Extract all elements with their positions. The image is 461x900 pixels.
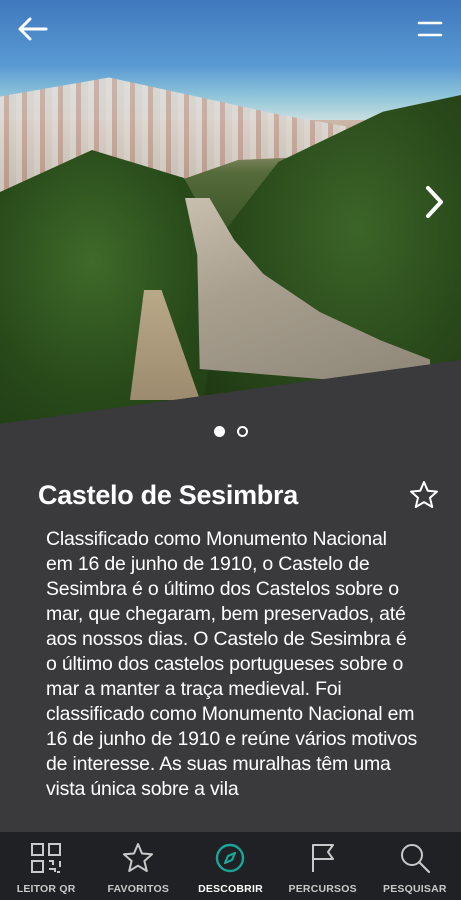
tab-label: FAVORITOS	[107, 883, 170, 895]
tab-percursos[interactable]: PERCURSOS	[277, 832, 369, 895]
description-scroll[interactable]: Classificado como Monumento Nacional em …	[0, 527, 461, 832]
favorite-button[interactable]	[408, 479, 440, 511]
compass-icon	[216, 843, 245, 873]
tab-pesquisar[interactable]: PESQUISAR	[369, 832, 461, 895]
star-outline-icon	[410, 481, 438, 508]
tab-descobrir[interactable]: DESCOBRIR	[184, 832, 276, 895]
tab-label: DESCOBRIR	[198, 883, 263, 895]
qr-icon	[31, 843, 62, 873]
place-title: Castelo de Sesimbra	[38, 480, 298, 510]
tab-label: PESQUISAR	[383, 883, 447, 895]
back-button[interactable]	[16, 14, 50, 44]
gallery-pagination	[0, 426, 461, 442]
tab-label: LEITOR QR	[16, 883, 76, 895]
flag-icon	[311, 844, 334, 872]
star-icon	[123, 843, 154, 872]
bottom-tab-bar: LEITOR QR FAVORITOS DESCOBRIR PERCURSOS …	[0, 832, 461, 900]
place-description: Classificado como Monumento Nacional em …	[46, 528, 418, 800]
menu-button[interactable]	[415, 14, 445, 44]
search-icon	[400, 844, 430, 874]
hero-image[interactable]	[0, 0, 461, 430]
next-image-button[interactable]	[421, 182, 447, 222]
tab-label: PERCURSOS	[288, 883, 357, 895]
chevron-right-icon	[426, 186, 443, 218]
arrow-left-icon	[18, 17, 48, 41]
tab-favoritos[interactable]: FAVORITOS	[92, 832, 184, 895]
menu-icon	[417, 21, 443, 37]
pagination-dot[interactable]	[236, 426, 248, 437]
pagination-dot-active[interactable]	[213, 426, 225, 437]
tab-leitor-qr[interactable]: LEITOR QR	[0, 832, 92, 895]
